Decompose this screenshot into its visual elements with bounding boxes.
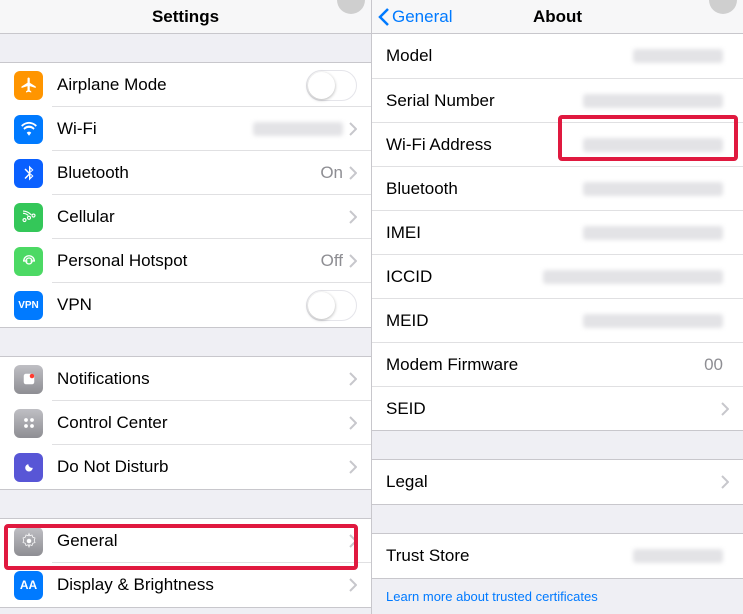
- about-group-trust: Trust Store: [372, 533, 743, 579]
- display-brightness-icon: AA: [14, 571, 43, 600]
- row-bluetooth-address: Bluetooth: [372, 166, 743, 210]
- seid-label: SEID: [386, 399, 721, 419]
- chevron-right-icon: [349, 372, 357, 386]
- notifications-label: Notifications: [57, 369, 349, 389]
- cellular-icon: [14, 203, 43, 232]
- about-group-legal: Legal: [372, 459, 743, 505]
- imei-value-blurred: [583, 226, 723, 240]
- settings-title: Settings: [152, 7, 219, 27]
- about-header: General About: [372, 0, 743, 34]
- trusted-certificates-link[interactable]: Learn more about trusted certificates: [372, 579, 743, 614]
- row-meid: MEID: [372, 298, 743, 342]
- row-iccid: ICCID: [372, 254, 743, 298]
- row-bluetooth[interactable]: Bluetooth On: [0, 151, 371, 195]
- vpn-switch[interactable]: [306, 290, 357, 321]
- chevron-right-icon: [721, 475, 729, 489]
- chevron-right-icon: [349, 534, 357, 548]
- iccid-value-blurred: [543, 270, 723, 284]
- hotspot-label: Personal Hotspot: [57, 251, 321, 271]
- assistive-touch-icon[interactable]: [337, 0, 365, 14]
- settings-group-general: General AA Display & Brightness: [0, 518, 371, 608]
- wifi-icon: [14, 115, 43, 144]
- row-wifi-address: Wi-Fi Address: [372, 122, 743, 166]
- airplane-label: Airplane Mode: [57, 75, 306, 95]
- general-icon: [14, 527, 43, 556]
- back-label: General: [392, 7, 452, 27]
- row-vpn[interactable]: VPN VPN: [0, 283, 371, 327]
- serial-label: Serial Number: [386, 91, 583, 111]
- trust-store-label: Trust Store: [386, 546, 633, 566]
- settings-group-notifications: Notifications Control Center Do Not Dist…: [0, 356, 371, 490]
- row-legal[interactable]: Legal: [372, 460, 743, 504]
- modem-label: Modem Firmware: [386, 355, 704, 375]
- chevron-right-icon: [349, 578, 357, 592]
- iccid-label: ICCID: [386, 267, 543, 287]
- back-button[interactable]: General: [378, 0, 452, 33]
- chevron-right-icon: [349, 122, 357, 136]
- row-cellular[interactable]: Cellular: [0, 195, 371, 239]
- row-do-not-disturb[interactable]: Do Not Disturb: [0, 445, 371, 489]
- row-airplane-mode[interactable]: Airplane Mode: [0, 63, 371, 107]
- vpn-icon: VPN: [14, 291, 43, 320]
- notifications-icon: [14, 365, 43, 394]
- meid-label: MEID: [386, 311, 583, 331]
- bluetooth-label: Bluetooth: [57, 163, 320, 183]
- about-panel: General About Model Serial Number Wi-Fi …: [372, 0, 743, 614]
- about-group-info: Model Serial Number Wi-Fi Address Blueto…: [372, 34, 743, 431]
- row-control-center[interactable]: Control Center: [0, 401, 371, 445]
- about-title: About: [533, 7, 582, 27]
- row-seid[interactable]: SEID: [372, 386, 743, 430]
- imei-label: IMEI: [386, 223, 583, 243]
- chevron-right-icon: [349, 210, 357, 224]
- row-personal-hotspot[interactable]: Personal Hotspot Off: [0, 239, 371, 283]
- airplane-switch[interactable]: [306, 70, 357, 101]
- row-wifi[interactable]: Wi-Fi: [0, 107, 371, 151]
- meid-value-blurred: [583, 314, 723, 328]
- general-label: General: [57, 531, 349, 551]
- model-label: Model: [386, 46, 633, 66]
- bluetooth-address-value-blurred: [583, 182, 723, 196]
- row-modem-firmware: Modem Firmware 00: [372, 342, 743, 386]
- row-general[interactable]: General: [0, 519, 371, 563]
- legal-label: Legal: [386, 472, 721, 492]
- row-serial-number: Serial Number: [372, 78, 743, 122]
- row-imei: IMEI: [372, 210, 743, 254]
- trust-store-value-blurred: [633, 549, 723, 563]
- wifi-address-value-blurred: [583, 138, 723, 152]
- row-display-brightness[interactable]: AA Display & Brightness: [0, 563, 371, 607]
- serial-value-blurred: [583, 94, 723, 108]
- modem-value: 00: [704, 355, 723, 375]
- hotspot-value: Off: [321, 251, 343, 271]
- bluetooth-address-label: Bluetooth: [386, 179, 583, 199]
- dnd-icon: [14, 453, 43, 482]
- settings-group-network: Airplane Mode Wi-Fi Bluetooth On Cellula…: [0, 62, 371, 328]
- assistive-touch-icon[interactable]: [709, 0, 737, 14]
- cellular-label: Cellular: [57, 207, 349, 227]
- bluetooth-value: On: [320, 163, 343, 183]
- bluetooth-icon: [14, 159, 43, 188]
- airplane-icon: [14, 71, 43, 100]
- chevron-right-icon: [349, 416, 357, 430]
- hotspot-icon: [14, 247, 43, 276]
- wifi-value-blurred: [253, 122, 343, 136]
- vpn-label: VPN: [57, 295, 306, 315]
- chevron-right-icon: [349, 166, 357, 180]
- control-center-icon: [14, 409, 43, 438]
- settings-header: Settings: [0, 0, 371, 34]
- model-value-blurred: [633, 49, 723, 63]
- chevron-right-icon: [721, 402, 729, 416]
- chevron-right-icon: [349, 460, 357, 474]
- chevron-right-icon: [349, 254, 357, 268]
- wifi-address-label: Wi-Fi Address: [386, 135, 583, 155]
- display-label: Display & Brightness: [57, 575, 349, 595]
- row-model: Model: [372, 34, 743, 78]
- wifi-label: Wi-Fi: [57, 119, 253, 139]
- settings-panel: Settings Airplane Mode Wi-Fi Bluetooth O…: [0, 0, 372, 614]
- row-notifications[interactable]: Notifications: [0, 357, 371, 401]
- dnd-label: Do Not Disturb: [57, 457, 349, 477]
- row-trust-store: Trust Store: [372, 534, 743, 578]
- control-center-label: Control Center: [57, 413, 349, 433]
